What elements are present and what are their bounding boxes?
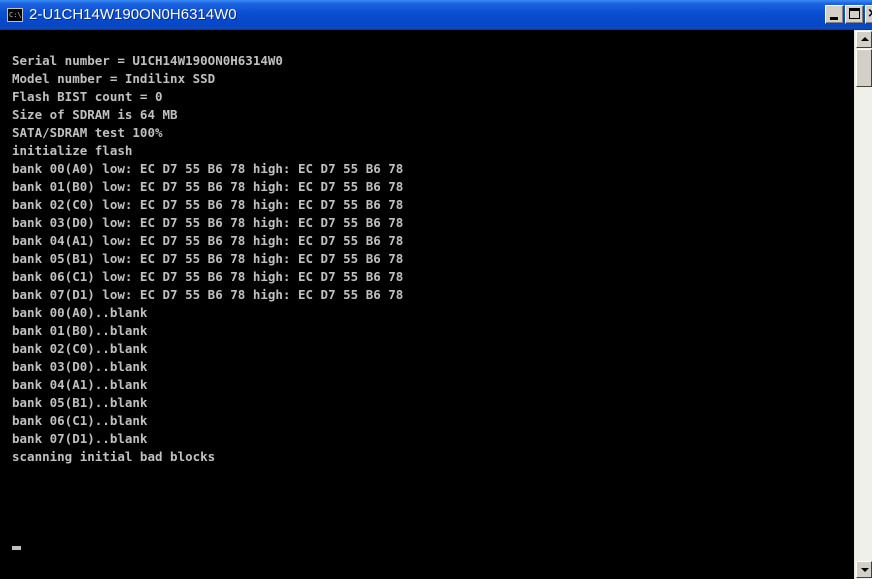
console-line: bank 00(A0) low: EC D7 55 B6 78 high: EC… [12,161,404,176]
console-line: SATA/SDRAM test 100% [12,125,163,140]
console-line: bank 07(D1)..blank [12,431,148,446]
console-line: Size of SDRAM is 64 MB [12,107,178,122]
console-line: bank 01(B0) low: EC D7 55 B6 78 high: EC… [12,179,404,194]
scroll-down-arrow-icon [861,568,869,572]
minimize-button[interactable] [825,5,844,24]
console-line: initialize flash [12,143,133,158]
console-line: Serial number = U1CH14W190ON0H6314W0 [12,53,283,68]
scroll-thumb[interactable] [856,49,872,87]
maximize-icon [849,8,860,19]
console-line: bank 00(A0)..blank [12,305,148,320]
close-icon: × [867,6,872,22]
console-line: bank 03(D0) low: EC D7 55 B6 78 high: EC… [12,215,404,230]
console-line: bank 01(B0)..blank [12,323,148,338]
maximize-button[interactable] [845,5,864,24]
console-line: Flash BIST count = 0 [12,89,163,104]
console-output-area[interactable]: Serial number = U1CH14W190ON0H6314W0 Mode… [0,30,854,579]
close-button[interactable]: × [865,5,872,24]
console-line: bank 03(D0)..blank [12,359,148,374]
minimize-icon [830,17,838,20]
console-window: C:\ 2-U1CH14W190ON0H6314W0 × Serial numb… [0,0,872,579]
console-line: bank 04(A1)..blank [12,377,148,392]
console-line: bank 05(B1) low: EC D7 55 B6 78 high: EC… [12,251,404,266]
title-bar[interactable]: C:\ 2-U1CH14W190ON0H6314W0 × [0,0,872,30]
console-line: bank 02(C0) low: EC D7 55 B6 78 high: EC… [12,197,404,212]
scroll-down-button[interactable] [856,561,872,578]
console-line: bank 07(D1) low: EC D7 55 B6 78 high: EC… [12,287,404,302]
scroll-up-arrow-icon [861,37,869,41]
scroll-up-button[interactable] [856,31,872,48]
console-line: bank 02(C0)..blank [12,341,148,356]
console-line: Model number = Indilinx SSD [12,71,216,86]
text-cursor [12,546,21,550]
console-line: bank 06(C1) low: EC D7 55 B6 78 high: EC… [12,269,404,284]
window-title: 2-U1CH14W190ON0H6314W0 [29,6,237,23]
console-icon[interactable]: C:\ [7,8,23,22]
console-line: bank 06(C1)..blank [12,413,148,428]
vertical-scrollbar[interactable] [854,30,872,579]
console-line: scanning initial bad blocks [12,449,216,464]
console-line: bank 05(B1)..blank [12,395,148,410]
console-output: Serial number = U1CH14W190ON0H6314W0 Mode… [12,52,403,466]
console-client-area: Serial number = U1CH14W190ON0H6314W0 Mode… [0,30,872,579]
console-line: bank 04(A1) low: EC D7 55 B6 78 high: EC… [12,233,404,248]
